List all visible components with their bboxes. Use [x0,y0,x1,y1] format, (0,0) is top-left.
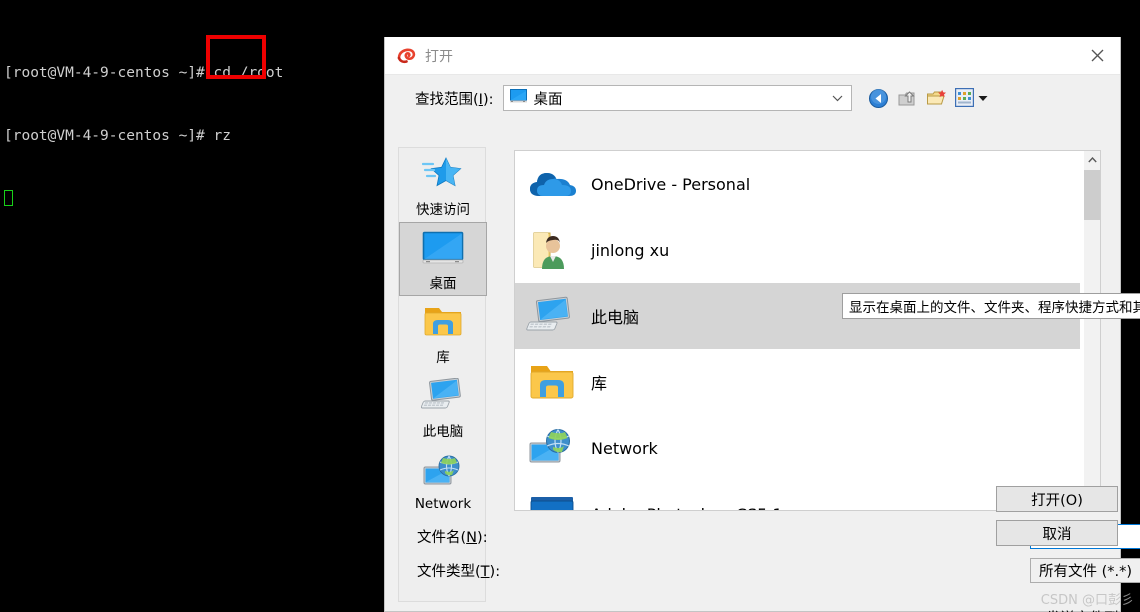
file-name-row: 文件名(N): [417,526,488,547]
list-item[interactable]: jinlong xu [515,217,1085,283]
list-item-label: jinlong xu [591,240,670,260]
scroll-up-icon[interactable] [1084,151,1100,168]
list-item[interactable]: 库 [515,349,1085,415]
shell-spiral-icon [396,46,416,66]
dialog-toolbar [868,87,988,109]
terminal-command-1: cd /root [204,65,284,81]
sidebar-item-quick-access[interactable]: 快速访问 [399,148,487,222]
quick-access-star-icon [422,152,464,196]
user-folder-icon [521,229,583,271]
cancel-button[interactable]: 取消 [996,520,1118,546]
file-list-panel[interactable]: OneDrive - Personal jinlong xu 此电脑 库 Net… [514,150,1101,511]
chevron-down-icon [832,89,843,107]
close-icon[interactable] [1074,37,1120,74]
new-folder-icon[interactable] [926,88,947,109]
open-button-label: 打开(O) [1031,492,1083,509]
sidebar-item-label: 桌面 [429,276,457,292]
list-item-label: OneDrive - Personal [591,174,751,194]
sidebar-item-label: 此电脑 [422,424,464,440]
chevron-down-icon [978,89,988,107]
file-type-label-key: T [480,564,490,580]
sidebar-item-network[interactable]: Network [399,444,487,518]
up-one-level-icon[interactable] [897,88,918,109]
file-type-row: 文件类型(T): [417,560,500,581]
desktop-tooltip: 显示在桌面上的文件、文件夹、程序快捷方式和其他项目。 [842,293,1140,319]
this-pc-icon [521,296,583,336]
file-name-label-key: N [466,530,478,546]
sidebar-item-this-pc[interactable]: 此电脑 [399,370,487,444]
list-item-label: Adobe Photoshop CS5.1 [591,505,783,511]
file-type-label: 文件类型(T): [417,560,500,581]
look-in-label: 查找范围(I): [415,88,494,109]
list-item-label: 此电脑 [591,308,640,327]
desktop-monitor-icon [509,88,527,108]
file-type-label-prefix: 文件类型( [417,564,481,580]
library-folder-icon [521,361,583,403]
look-in-row: 查找范围(I): 桌面 [385,75,1122,121]
back-icon[interactable] [868,88,889,109]
csdn-watermark: CSDN @口彭彡 [1040,593,1134,608]
terminal-command-2: rz [204,128,231,144]
scrollbar-thumb[interactable] [1084,170,1100,220]
scrollbar-track[interactable] [1084,168,1100,493]
sidebar-item-libraries[interactable]: 库 [399,296,487,370]
file-list: OneDrive - Personal jinlong xu 此电脑 库 Net… [515,151,1085,510]
terminal-prompt-1: [root@VM-4-9-centos ~]# [4,65,205,81]
dialog-titlebar: 打开 [385,37,1120,75]
file-name-label: 文件名(N): [417,526,488,547]
look-in-label-prefix: 查找范围( [415,91,479,108]
file-name-label-suffix: ): [477,530,488,546]
sidebar-item-label: Network [414,496,472,512]
file-type-value: 所有文件 (*.*) [1039,564,1133,580]
open-button[interactable]: 打开(O) [996,486,1118,512]
cancel-button-label: 取消 [1042,526,1072,543]
this-pc-icon [421,374,465,418]
look-in-value: 桌面 [533,91,563,108]
list-item-label: 库 [591,374,608,393]
sidebar-item-label: 库 [436,350,450,366]
sidebar-item-desktop[interactable]: 桌面 [399,222,487,296]
view-mode-button[interactable] [954,87,988,109]
look-in-label-suffix: ): [482,91,494,108]
look-in-combobox[interactable]: 桌面 [502,85,852,111]
sidebar-item-label: 快速访问 [416,202,470,218]
list-item[interactable]: Network [515,415,1085,481]
file-type-label-suffix: ): [489,564,501,580]
terminal-cursor [4,190,13,206]
network-globe-icon [521,427,583,469]
open-file-dialog: 打开 查找范围(I): 桌面 快速访问 桌面 库 此电脑 Network One… [384,37,1140,612]
view-mode-icon [954,87,976,109]
library-folder-icon [421,300,465,344]
network-globe-icon [421,450,465,494]
desktop-monitor-icon [421,226,465,270]
terminal-prompt-2: [root@VM-4-9-centos ~]# [4,128,205,144]
file-name-label-prefix: 文件名( [417,530,467,546]
file-list-scrollbar[interactable] [1084,151,1100,510]
photoshop-folder-icon [521,493,583,510]
list-item[interactable]: OneDrive - Personal [515,151,1085,217]
onedrive-cloud-icon [521,165,583,203]
list-item-label: Network [591,438,658,458]
dialog-title: 打开 [425,48,453,65]
file-type-combobox[interactable]: 所有文件 (*.*) [1030,558,1140,583]
